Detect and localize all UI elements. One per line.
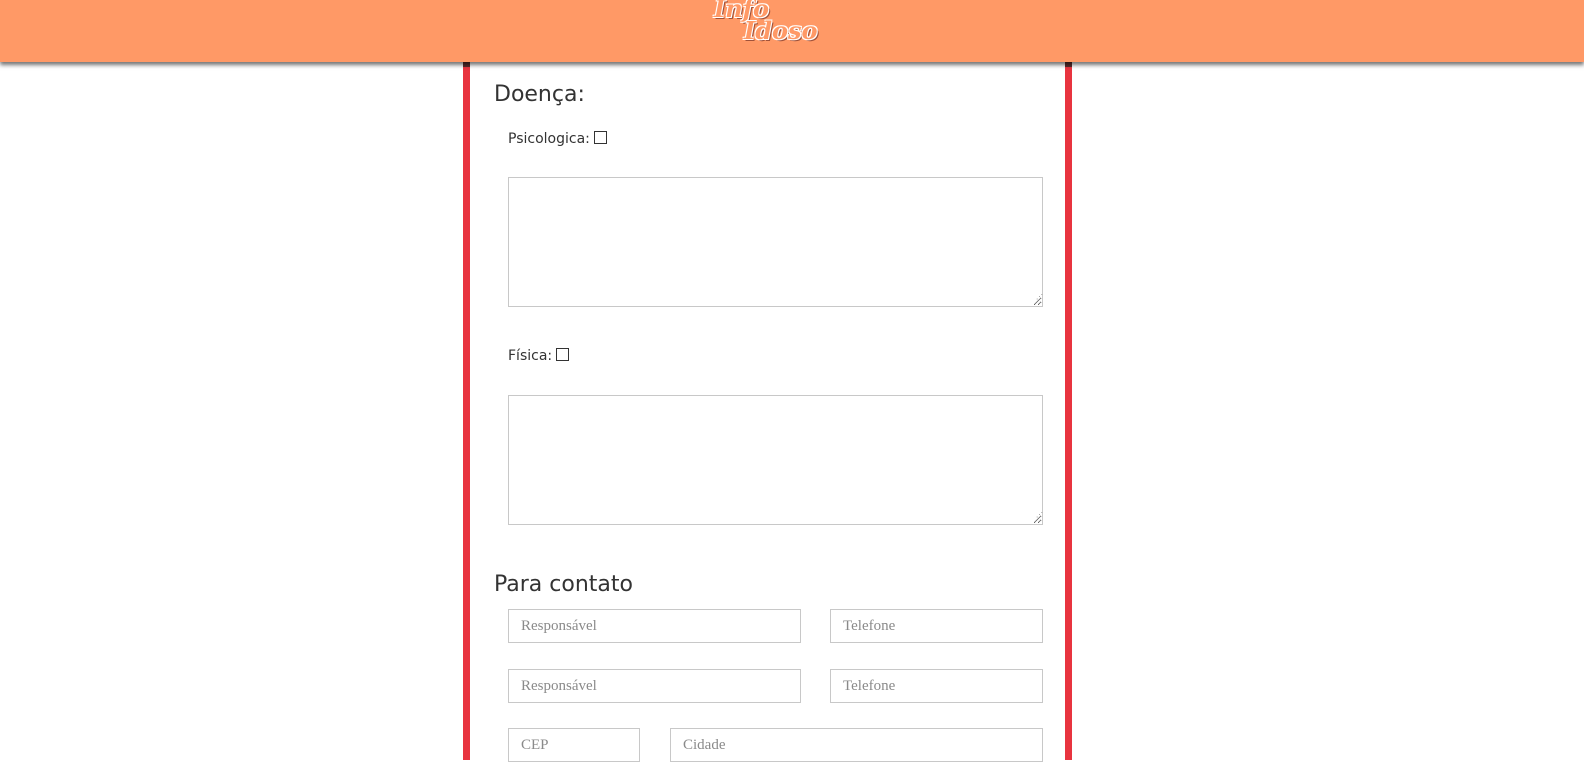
info-idoso-logo[interactable]: Info Idoso: [712, 0, 832, 50]
psychological-checkbox[interactable]: [593, 130, 607, 144]
registration-form-panel: Doença: Psicologica: ⋰ Física: ⋰ Para co…: [463, 62, 1072, 762]
responsible-1-input[interactable]: [508, 609, 801, 643]
physical-checkbox[interactable]: [556, 347, 570, 361]
phone-1-input[interactable]: [830, 609, 1043, 643]
top-header-bar: Info Idoso: [0, 0, 1584, 62]
physical-checkbox-row[interactable]: Física:: [508, 347, 570, 364]
physical-description-textarea[interactable]: [508, 395, 1043, 525]
phone-2-input[interactable]: [830, 669, 1043, 703]
psychological-checkbox-row[interactable]: Psicologica:: [508, 130, 607, 147]
panel-border-shadow-left: [463, 62, 470, 67]
responsible-2-input[interactable]: [508, 669, 801, 703]
physical-label: Física:: [508, 348, 553, 364]
logo-text-line2: Idoso: [744, 16, 818, 45]
cep-input[interactable]: [508, 728, 640, 762]
resize-grip-icon[interactable]: ⋰: [1036, 512, 1044, 520]
disease-section-title: Doença:: [494, 82, 585, 107]
psychological-description-textarea[interactable]: [508, 177, 1043, 307]
panel-border-shadow-right: [1065, 62, 1072, 67]
contact-section-title: Para contato: [494, 572, 633, 597]
city-input[interactable]: [670, 728, 1043, 762]
resize-grip-icon[interactable]: ⋰: [1036, 294, 1044, 302]
psychological-label: Psicologica:: [508, 131, 590, 147]
